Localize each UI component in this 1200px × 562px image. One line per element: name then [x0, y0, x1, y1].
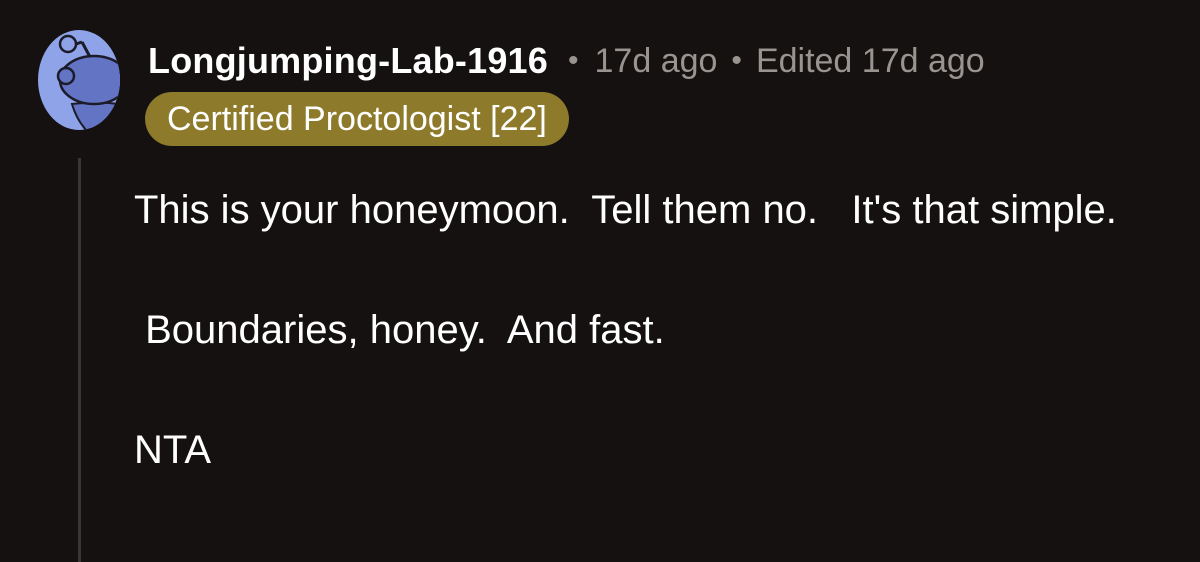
user-avatar[interactable] — [38, 26, 122, 130]
comment-paragraph: Boundaries, honey. And fast. — [134, 308, 665, 352]
comment-body: This is your honeymoon. Tell them no. It… — [134, 178, 1184, 482]
snoo-avatar-icon — [38, 30, 120, 130]
user-flair-badge: Certified Proctologist [22] — [145, 92, 569, 146]
comment-paragraph: This is your honeymoon. Tell them no. It… — [134, 188, 1117, 232]
edited-label: Edited 17d ago — [755, 41, 985, 80]
separator-dot: • — [731, 44, 742, 77]
timestamp: 17d ago — [594, 41, 718, 80]
comment: Longjumping-Lab-1916 • 17d ago • Edited … — [0, 0, 1200, 562]
username-link[interactable]: Longjumping-Lab-1916 — [148, 40, 548, 82]
thread-line[interactable] — [78, 158, 81, 562]
comment-paragraph: NTA — [134, 428, 212, 472]
separator-dot: • — [568, 44, 579, 77]
comment-header: Longjumping-Lab-1916 • 17d ago • Edited … — [148, 38, 985, 84]
flair-text: Certified Proctologist [22] — [167, 99, 547, 138]
